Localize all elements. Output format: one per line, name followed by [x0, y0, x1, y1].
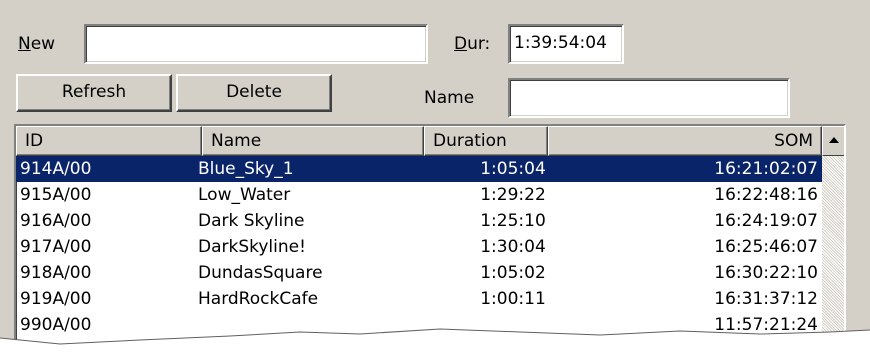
cell-name: Dark Skyline [198, 211, 305, 231]
cell-duration: 1:29:22 [480, 185, 546, 205]
name-input[interactable] [508, 78, 790, 118]
cell-id: 915A/00 [20, 185, 92, 205]
dur-label: Dur: [454, 34, 491, 54]
table-row[interactable]: 919A/00 HardRockCafe 1:00:11 16:31:37:12 [16, 286, 822, 312]
cell-name: HardRockCafe [198, 289, 319, 309]
cell-duration: 1:00:11 [480, 289, 546, 309]
triangle-up-icon [829, 137, 839, 143]
cell-name: DundasSquare [198, 263, 323, 283]
cell-id: 914A/00 [20, 159, 92, 179]
cell-id: 917A/00 [20, 237, 92, 257]
new-input[interactable] [84, 24, 428, 64]
duration-input[interactable]: 1:39:54:04 [508, 24, 624, 64]
column-header-som[interactable]: SOM [548, 126, 822, 156]
table-row[interactable]: 917A/00 DarkSkyline! 1:30:04 16:25:46:07 [16, 234, 822, 260]
column-header-duration[interactable]: Duration [424, 126, 548, 156]
torn-edge [0, 328, 870, 356]
cell-som: 16:31:37:12 [714, 289, 818, 309]
cell-som: 16:22:48:16 [714, 185, 818, 205]
cell-id: 918A/00 [20, 263, 92, 283]
name-label: Name [424, 88, 475, 108]
cell-duration: 1:30:04 [480, 237, 546, 257]
cell-duration: 1:05:04 [480, 159, 546, 179]
cell-id: 916A/00 [20, 211, 92, 231]
refresh-button[interactable]: Refresh [16, 74, 172, 112]
cell-name: DarkSkyline! [198, 237, 306, 257]
column-header-name[interactable]: Name [202, 126, 424, 156]
table-row[interactable]: 918A/00 DundasSquare 1:05:02 16:30:22:10 [16, 260, 822, 286]
cell-id: 919A/00 [20, 289, 92, 309]
cell-som: 16:30:22:10 [714, 263, 818, 283]
table-row[interactable]: 914A/00 Blue_Sky_1 1:05:04 16:21:02:07 [16, 156, 822, 182]
cell-name: Blue_Sky_1 [198, 159, 294, 179]
cell-som: 16:24:19:07 [714, 211, 818, 231]
cell-duration: 1:25:10 [480, 211, 546, 231]
cell-name: Low_Water [198, 185, 291, 205]
column-header-id[interactable]: ID [16, 126, 202, 156]
table-row[interactable]: 916A/00 Dark Skyline 1:25:10 16:24:19:07 [16, 208, 822, 234]
cell-duration: 1:05:02 [480, 263, 546, 283]
delete-button[interactable]: Delete [176, 74, 332, 112]
new-label: New [18, 34, 56, 54]
cell-som: 16:25:46:07 [714, 237, 818, 257]
table-row[interactable]: 915A/00 Low_Water 1:29:22 16:22:48:16 [16, 182, 822, 208]
cell-som: 16:21:02:07 [714, 159, 818, 179]
scroll-up-button[interactable] [822, 126, 844, 156]
